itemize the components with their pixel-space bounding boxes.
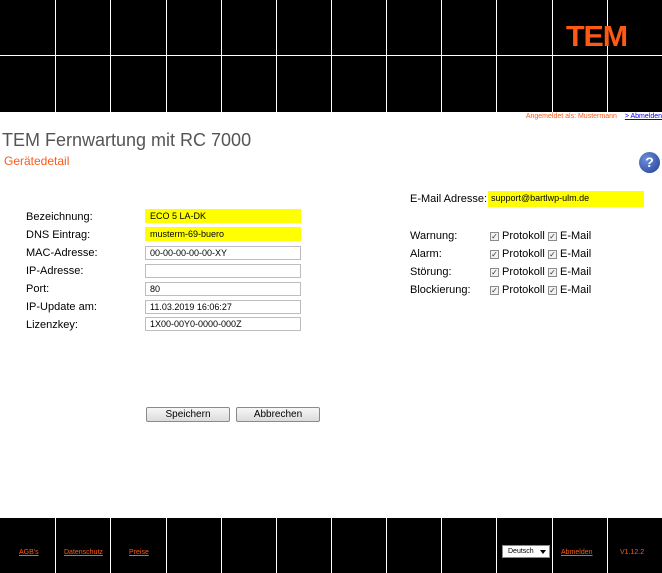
footer-privacy-link[interactable]: Datenschutz [64,549,103,556]
footer-agb-link[interactable]: AGB's [19,549,39,556]
protocol-label: Protokoll [502,266,545,278]
email-option-label: E-Mail [560,230,592,242]
warning-email-checkbox[interactable]: ✓ [548,232,557,241]
page-subtitle: Gerätedetail [4,154,70,168]
grid-line [166,518,167,573]
port-label: Port: [26,283,50,295]
email-address-field[interactable]: support@bartlwp-ulm.de [488,191,644,207]
grid-line [55,0,56,112]
fault-email-checkbox[interactable]: ✓ [548,268,557,277]
ip-field[interactable] [145,264,301,278]
license-label: Lizenzkey: [26,319,78,331]
footer-logout-link[interactable]: Abmelden [561,549,593,556]
name-label: Bezeichnung: [26,211,93,223]
footer-prices-link[interactable]: Preise [129,549,149,556]
page-title: TEM Fernwartung mit RC 7000 [2,130,252,150]
port-field[interactable]: 80 [145,282,301,296]
dns-label: DNS Eintrag: [26,229,91,241]
chevron-down-icon [540,550,546,554]
version-label: V1.12.2 [620,549,645,556]
grid-line [55,518,56,573]
warning-protocol-checkbox[interactable]: ✓ [490,232,499,241]
grid-line [441,0,442,112]
header-banner: TEM [0,0,662,112]
footer-bar [0,518,662,573]
grid-line [496,0,497,112]
warning-label: Warnung: [410,230,458,242]
help-icon[interactable]: ? [639,152,660,173]
grid-line [607,518,608,573]
mac-field[interactable]: 00-00-00-00-00-XY [145,246,301,260]
tem-logo: TEM [566,21,628,53]
protocol-label: Protokoll [502,248,545,260]
grid-line [441,518,442,573]
grid-line [386,0,387,112]
grid-line [276,0,277,112]
blocking-protocol-checkbox[interactable]: ✓ [490,286,499,295]
grid-line [110,0,111,112]
alarm-protocol-checkbox[interactable]: ✓ [490,250,499,259]
language-value: Deutsch [508,548,534,555]
grid-line [552,518,553,573]
logged-in-text: Angemeldet als: Mustermann [525,113,617,120]
grid-line [276,518,277,573]
language-select[interactable]: Deutsch [502,545,550,558]
email-option-label: E-Mail [560,284,592,296]
alarm-email-checkbox[interactable]: ✓ [548,250,557,259]
email-option-label: E-Mail [560,248,592,260]
alarm-label: Alarm: [410,248,442,260]
grid-line [496,518,497,573]
dns-field[interactable]: musterm-69-buero [145,227,301,241]
grid-line [386,518,387,573]
user-status: Angemeldet als: Mustermann > Abmelden [526,113,662,120]
ip-label: IP-Adresse: [26,265,84,277]
email-option-label: E-Mail [560,266,592,278]
protocol-label: Protokoll [502,284,545,296]
save-button[interactable]: Speichern [146,407,230,422]
mac-label: MAC-Adresse: [26,247,98,259]
protocol-label: Protokoll [502,230,545,242]
grid-line [331,0,332,112]
fault-label: Störung: [410,266,452,278]
grid-line [331,518,332,573]
email-address-label: E-Mail Adresse: [410,193,488,205]
grid-line [221,518,222,573]
grid-line [607,0,608,112]
blocking-label: Blockierung: [410,284,471,296]
license-field[interactable]: 1X00-00Y0-0000-000Z [145,317,301,331]
grid-line [221,0,222,112]
grid-line [166,0,167,112]
name-field[interactable]: ECO 5 LA-DK [145,209,301,223]
cancel-button[interactable]: Abbrechen [236,407,320,422]
grid-line [110,518,111,573]
grid-line [552,0,553,112]
ip-update-field[interactable]: 11.03.2019 16:06:27 [145,300,301,314]
blocking-email-checkbox[interactable]: ✓ [548,286,557,295]
grid-line [0,55,662,56]
ip-update-label: IP-Update am: [26,301,97,313]
logout-link[interactable]: > Abmelden [625,113,662,120]
fault-protocol-checkbox[interactable]: ✓ [490,268,499,277]
